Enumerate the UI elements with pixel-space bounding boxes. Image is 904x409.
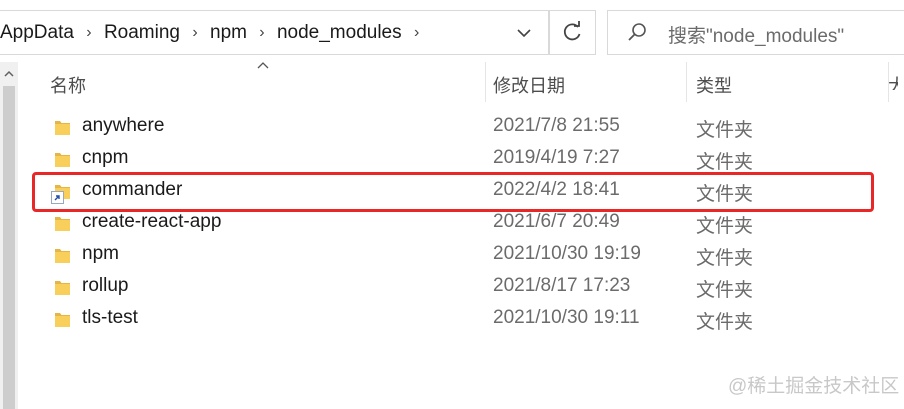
search-icon xyxy=(628,23,646,41)
nav-pane-scrollbar[interactable] xyxy=(0,62,18,409)
file-type: 文件夹 xyxy=(696,280,754,301)
scroll-up-arrow-icon[interactable] xyxy=(3,68,15,80)
file-date-modified: 2021/10/30 19:19 xyxy=(493,243,641,264)
address-bar[interactable]: AppData › Roaming › npm › node_modules › xyxy=(0,10,549,55)
chevron-down-icon[interactable] xyxy=(512,23,536,43)
chevron-right-icon[interactable]: › xyxy=(180,24,210,42)
refresh-icon xyxy=(563,21,581,41)
file-name[interactable]: cnpm xyxy=(82,147,128,169)
file-name[interactable]: tls-test xyxy=(82,307,138,329)
file-type: 文件夹 xyxy=(696,216,754,237)
file-date-modified: 2021/8/17 17:23 xyxy=(493,275,631,296)
file-date-modified: 2021/7/8 21:55 xyxy=(493,115,620,136)
breadcrumb-item-roaming[interactable]: Roaming xyxy=(104,22,180,44)
file-name[interactable]: npm xyxy=(82,243,119,265)
file-row[interactable]: anywhere 2021/7/8 21:55 文件夹 xyxy=(30,111,870,143)
folder-icon xyxy=(55,313,70,327)
watermark: @稀土掘金技术社区 xyxy=(728,376,900,397)
refresh-button[interactable] xyxy=(549,10,596,55)
chevron-right-icon[interactable]: › xyxy=(247,24,277,42)
file-type: 文件夹 xyxy=(696,248,754,269)
file-date-modified: 2021/6/7 20:49 xyxy=(493,211,620,232)
file-name[interactable]: anywhere xyxy=(82,115,164,137)
folder-icon xyxy=(55,217,70,231)
file-row[interactable]: rollup 2021/8/17 17:23 文件夹 xyxy=(30,271,870,303)
chevron-right-icon[interactable]: › xyxy=(74,24,104,42)
column-divider[interactable] xyxy=(485,62,486,102)
chevron-right-icon[interactable]: › xyxy=(402,24,432,42)
breadcrumb-item-npm[interactable]: npm xyxy=(210,22,247,44)
file-row[interactable]: npm 2021/10/30 19:19 文件夹 xyxy=(30,239,870,271)
file-row[interactable]: tls-test 2021/10/30 19:11 文件夹 xyxy=(30,303,870,335)
file-type: 文件夹 xyxy=(696,152,754,173)
breadcrumb-item-node-modules[interactable]: node_modules xyxy=(277,22,402,44)
scrollbar-thumb[interactable] xyxy=(3,86,15,409)
file-row[interactable]: cnpm 2019/4/19 7:27 文件夹 xyxy=(30,143,870,175)
column-header-type-label: 类型 xyxy=(696,76,732,96)
highlight-box xyxy=(32,172,874,212)
file-type: 文件夹 xyxy=(696,312,754,333)
folder-icon xyxy=(55,281,70,295)
file-date-modified: 2021/10/30 19:11 xyxy=(493,307,640,328)
column-header-name-label: 名称 xyxy=(50,76,86,96)
file-type: 文件夹 xyxy=(696,120,754,141)
column-header-size-partial[interactable]: 大 xyxy=(888,72,898,90)
folder-icon xyxy=(55,153,70,167)
sort-ascending-icon xyxy=(257,62,269,69)
search-placeholder: 搜索"node_modules" xyxy=(668,26,845,47)
folder-icon xyxy=(55,249,70,263)
folder-icon xyxy=(55,121,70,135)
breadcrumb: AppData › Roaming › npm › node_modules › xyxy=(0,11,432,54)
file-name[interactable]: create-react-app xyxy=(82,211,221,233)
column-divider[interactable] xyxy=(686,62,687,102)
file-name[interactable]: rollup xyxy=(82,275,128,297)
search-input[interactable]: 搜索"node_modules" xyxy=(607,10,904,55)
breadcrumb-item-appdata[interactable]: AppData xyxy=(0,22,74,44)
column-header-date-label: 修改日期 xyxy=(493,76,565,96)
file-date-modified: 2019/4/19 7:27 xyxy=(493,147,620,168)
